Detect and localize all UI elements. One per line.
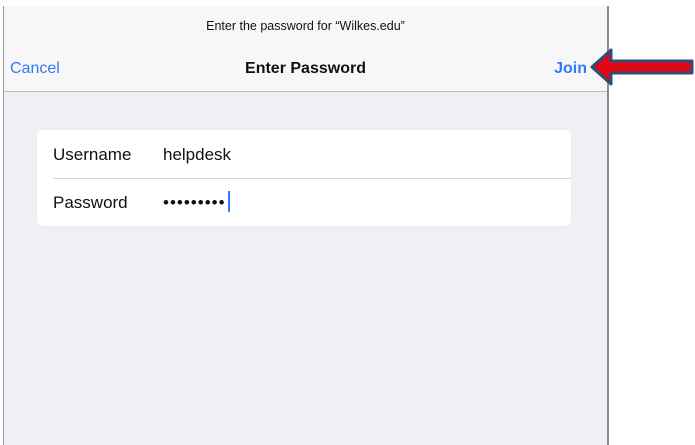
red-arrow-icon <box>590 48 694 86</box>
dialog-title: Enter Password <box>245 60 366 77</box>
password-label: Password <box>53 193 128 212</box>
password-masked-value: ••••••••• <box>163 193 226 212</box>
dialog-header: Enter the password for “Wilkes.edu” Canc… <box>4 6 607 92</box>
password-dialog: Enter the password for “Wilkes.edu” Canc… <box>3 6 609 445</box>
credentials-form: Username helpdesk Password ••••••••• <box>37 130 571 226</box>
username-label: Username <box>53 145 132 164</box>
dialog-prompt: Enter the password for “Wilkes.edu” <box>206 19 405 33</box>
username-row[interactable]: Username helpdesk <box>37 130 571 178</box>
password-field[interactable]: ••••••••• <box>163 191 230 213</box>
navigation-bar: Cancel Enter Password Join <box>4 58 607 84</box>
join-button[interactable]: Join <box>554 60 587 78</box>
username-field[interactable]: helpdesk <box>163 145 231 165</box>
text-cursor <box>227 191 230 212</box>
password-row[interactable]: Password ••••••••• <box>37 178 571 226</box>
